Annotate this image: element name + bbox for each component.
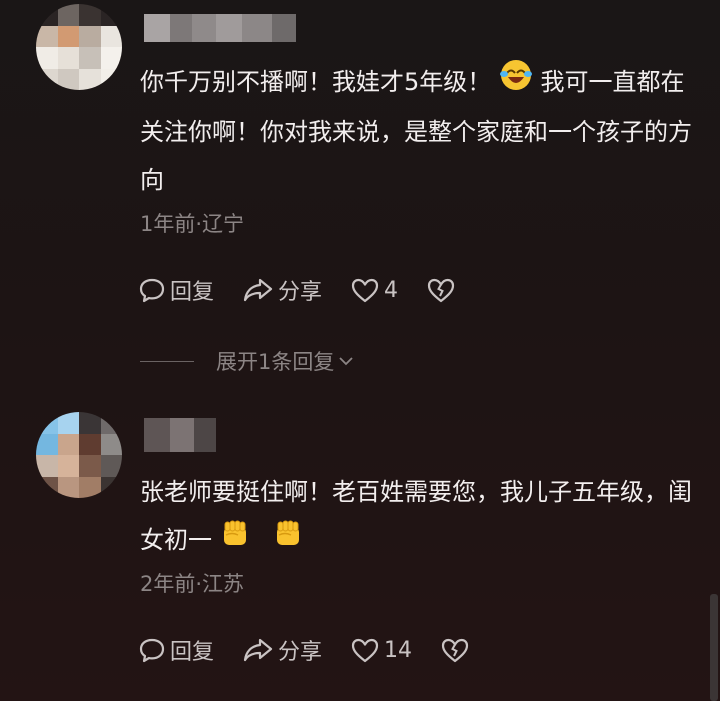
dislike-button[interactable] (440, 636, 474, 664)
reply-button[interactable]: 回复 (138, 274, 214, 306)
comment-bubble-icon (139, 638, 165, 663)
comment-bubble-icon (139, 278, 165, 303)
comment-text: 你千万别不播啊！我娃才5年级！ 我可一直都在关注你啊！你对我来说，是整个家庭和一… (140, 58, 692, 204)
like-button[interactable]: 14 (350, 636, 412, 664)
share-arrow-icon (243, 278, 273, 302)
like-button[interactable]: 4 (350, 276, 398, 304)
heart-icon (351, 638, 379, 663)
broken-heart-icon (441, 638, 469, 663)
blurred-username[interactable] (144, 14, 296, 42)
fist-emoji-icon (273, 517, 303, 565)
share-button[interactable]: 分享 (242, 274, 322, 306)
share-label: 分享 (278, 640, 323, 665)
reply-label: 回复 (170, 280, 215, 305)
dislike-button[interactable] (426, 276, 460, 304)
broken-heart-icon (427, 278, 455, 303)
comment-meta: 2年前·江苏 (140, 572, 245, 596)
avatar[interactable] (36, 4, 122, 90)
heart-icon (351, 278, 379, 303)
laughing-crying-emoji-icon (499, 58, 533, 108)
like-count: 14 (384, 637, 413, 663)
chevron-down-icon (339, 357, 354, 366)
share-button[interactable]: 分享 (242, 634, 322, 666)
avatar[interactable] (36, 412, 122, 498)
reply-button[interactable]: 回复 (138, 634, 214, 666)
reply-label: 回复 (170, 640, 215, 665)
comment-actions: 回复 分享 4 (138, 274, 488, 306)
scrollbar[interactable] (710, 594, 718, 701)
share-label: 分享 (278, 280, 323, 305)
comment-text: 张老师要挺住啊！老百姓需要您，我儿子五年级，闺女初一 (140, 468, 692, 565)
blurred-username[interactable] (144, 418, 216, 452)
fist-emoji-icon (220, 517, 250, 565)
share-arrow-icon (243, 638, 273, 662)
divider-line (140, 360, 194, 362)
like-count: 4 (384, 277, 399, 303)
blurred-avatar-icon (36, 412, 122, 498)
expand-replies-button[interactable]: 展开1条回复 (140, 346, 356, 376)
comment-actions: 回复 分享 14 (138, 634, 502, 666)
comment-meta: 1年前·辽宁 (140, 212, 245, 236)
blurred-avatar-icon (36, 4, 122, 90)
expand-replies-label: 展开1条回复 (216, 350, 335, 374)
